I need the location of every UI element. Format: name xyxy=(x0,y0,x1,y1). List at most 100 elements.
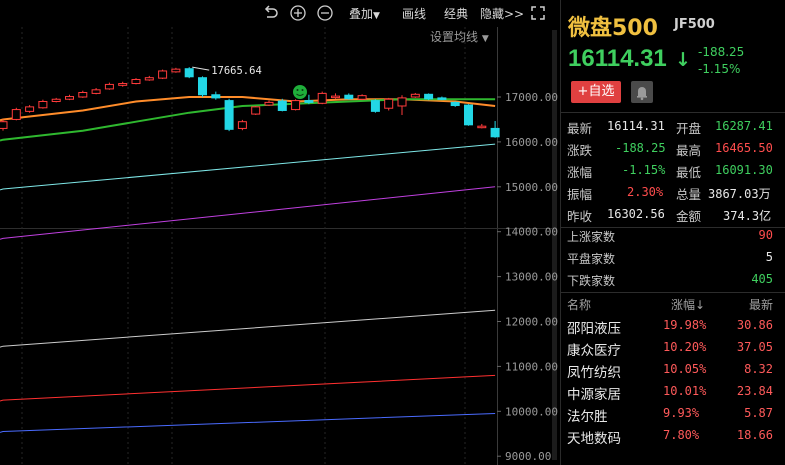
candle-body xyxy=(38,100,48,109)
stock-name: 天地数码 xyxy=(567,431,621,447)
candle-body xyxy=(104,83,114,90)
flat-count-label: 平盘家数 xyxy=(567,252,616,266)
pct-label: 涨幅 xyxy=(567,165,593,180)
candle-body xyxy=(237,121,247,129)
overlay-menu[interactable]: 叠加▼ xyxy=(349,5,380,22)
stock-pct: 10.01% xyxy=(663,384,707,398)
list-item[interactable]: 中源家居 10.01% 23.84 xyxy=(567,381,779,403)
divider xyxy=(561,292,785,293)
down-count-row: 下跌家数 405 xyxy=(567,269,777,291)
col-last-header[interactable]: 最新 xyxy=(749,296,773,313)
candle-body xyxy=(450,101,460,107)
stock-last: 23.84 xyxy=(736,384,773,398)
index-code: JF500 xyxy=(674,17,715,32)
stock-name: 凤竹纺织 xyxy=(567,365,621,381)
flat-count-row: 平盘家数 5 xyxy=(567,247,777,269)
amount-value: 374.3亿 xyxy=(723,209,772,223)
constituent-list-header: 名称 涨幅↓ 最新 xyxy=(567,295,779,313)
col-name-header[interactable]: 名称 xyxy=(567,296,591,313)
high-marker-line xyxy=(192,66,210,71)
quote-panel: 微盘500 JF500 16114.31 ↓ -188.25 -1.15% +自… xyxy=(560,0,785,465)
candle-body xyxy=(224,100,234,130)
moving-average-line xyxy=(0,374,496,402)
candle-body xyxy=(251,106,261,115)
change-value: -188.25 xyxy=(615,141,666,155)
classic-button[interactable]: 经典 xyxy=(444,5,468,22)
candle-body xyxy=(184,68,194,78)
price-change-pct: -1.15% xyxy=(698,62,741,76)
candle-body xyxy=(304,100,314,103)
volume-label: 总量 xyxy=(676,187,702,202)
current-price: 16114.31 xyxy=(568,45,667,72)
stock-name: 邵阳液压 xyxy=(567,321,621,337)
stock-pct: 9.93% xyxy=(663,406,700,420)
zoom-out-icon[interactable] xyxy=(316,4,334,22)
high-label: 最高 xyxy=(676,143,702,158)
list-item[interactable]: 法尔胜 9.93% 5.87 xyxy=(567,403,779,425)
undo-icon[interactable] xyxy=(262,4,280,22)
latest-value: 16114.31 xyxy=(607,119,665,133)
index-name: 微盘500 xyxy=(568,16,658,41)
price-axis-label: 16000.00 xyxy=(505,136,558,149)
volume-value: 3867.03万 xyxy=(708,187,771,201)
stock-last: 18.66 xyxy=(736,428,773,442)
price-axis-label: 12000.00 xyxy=(505,316,558,329)
stock-name: 法尔胜 xyxy=(567,409,608,425)
candle-body xyxy=(344,94,354,100)
down-arrow-icon: ↓ xyxy=(675,49,691,71)
kline-chart-panel[interactable]: 17000.00 16000.00 15000.00 14000.00 13000.00… xyxy=(0,0,558,465)
price-axis-label: 11000.00 xyxy=(505,360,558,373)
candle-body xyxy=(331,95,340,99)
hide-panel-button[interactable]: 隐藏>> xyxy=(480,5,524,22)
divider xyxy=(561,112,785,113)
event-marker-eye xyxy=(296,89,299,91)
candle-body xyxy=(384,98,394,109)
candle-body xyxy=(25,106,35,112)
candle-body xyxy=(291,100,301,111)
candle-body xyxy=(317,92,327,104)
open-label: 开盘 xyxy=(676,121,702,136)
high-price-label: 17665.64 xyxy=(211,65,262,77)
candle-body xyxy=(370,100,380,112)
draw-line-button[interactable]: 画线 xyxy=(402,5,426,22)
candle-body xyxy=(144,77,154,81)
list-item[interactable]: 邵阳液压 19.98% 30.86 xyxy=(567,315,779,337)
amplitude-label: 振幅 xyxy=(567,187,593,202)
candle-body xyxy=(397,97,407,107)
candle-body xyxy=(211,94,221,99)
event-marker-eye xyxy=(301,89,304,91)
fullscreen-icon[interactable] xyxy=(529,4,547,22)
up-count-row: 上涨家数 90 xyxy=(567,225,777,247)
stock-pct: 10.05% xyxy=(663,362,707,376)
alert-bell-button[interactable] xyxy=(631,81,653,103)
candle-body xyxy=(65,96,74,100)
list-item[interactable]: 凤竹纺织 10.05% 8.32 xyxy=(567,359,779,381)
event-marker-icon xyxy=(293,85,307,99)
list-item[interactable]: 康众医疗 10.20% 37.05 xyxy=(567,337,779,359)
price-axis-label: 10000.00 xyxy=(505,405,558,418)
candle-body xyxy=(171,68,181,73)
candle-body xyxy=(464,104,473,126)
candle-body xyxy=(437,97,447,100)
list-item[interactable]: 天地数码 7.80% 18.66 xyxy=(567,425,779,447)
candle-body xyxy=(158,70,168,79)
zoom-in-icon[interactable] xyxy=(289,4,307,22)
stock-last: 37.05 xyxy=(736,340,773,354)
moving-average-line xyxy=(0,96,496,122)
stock-pct: 10.20% xyxy=(663,340,707,354)
prev-close-label: 昨收 xyxy=(567,209,593,224)
stock-pct: 19.98% xyxy=(663,318,707,332)
ma-settings-dropdown[interactable]: 设置均线 ▼ xyxy=(430,28,489,45)
flat-count-value: 5 xyxy=(765,250,773,264)
low-label: 最低 xyxy=(676,165,702,180)
add-watchlist-button[interactable]: +自选 xyxy=(571,81,621,103)
candle-body xyxy=(264,101,274,106)
candle-body xyxy=(277,100,287,111)
candle-body xyxy=(424,93,434,100)
stock-pct: 7.80% xyxy=(663,428,700,442)
kline-chart[interactable]: 17000.00 16000.00 15000.00 14000.00 13000.00… xyxy=(0,0,558,465)
col-pct-header[interactable]: 涨幅↓ xyxy=(671,296,705,313)
pct-value: -1.15% xyxy=(622,163,666,177)
candle-body xyxy=(490,127,500,138)
open-value: 16287.41 xyxy=(715,119,773,133)
